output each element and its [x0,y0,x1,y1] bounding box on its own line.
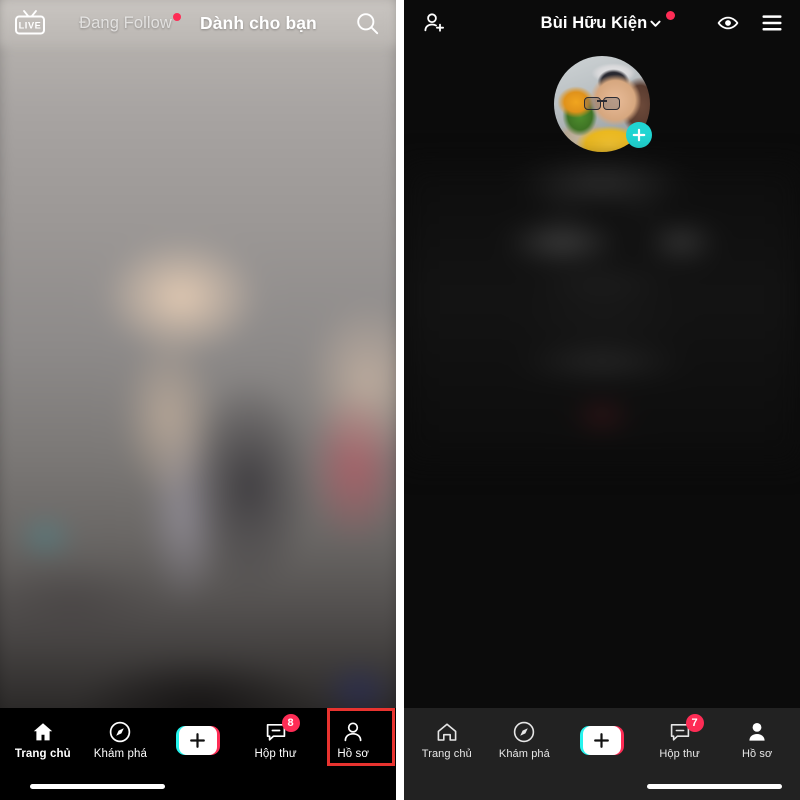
nav-label-ho-so: Hồ sơ [742,748,773,760]
nav-label-kham-pha: Khám phá [498,748,550,760]
blurred-profile-content [404,164,800,464]
panel-separator [396,0,404,800]
avatar[interactable] [554,56,652,152]
left-phone-panel: LIVE Đang Follow Dành cho bạn Trang chủ … [0,0,396,800]
left-nav-items: Trang chủ Khám phá 8 Hộp thư Hồ sơ [0,708,396,772]
create-plus-icon[interactable] [175,725,220,755]
nav-label-ho-so: Hồ sơ [337,748,370,760]
home-icon [31,720,55,744]
left-bottom-nav: Trang chủ Khám phá 8 Hộp thư Hồ sơ [0,708,396,800]
screenshot-root: LIVE Đang Follow Dành cho bạn Trang chủ … [0,0,800,800]
nav-item-trang-chu[interactable]: Trang chủ [6,712,80,768]
nav-label-hop-thu: Hộp thư [254,748,297,760]
profile-notification-dot [666,10,676,20]
nav-item-hop-thu[interactable]: 8 Hộp thư [239,712,313,768]
avatar-glasses [582,97,622,111]
right-nav-items: Trang chủ Khám phá 7 Hộp thư Hồ sơ [404,708,800,772]
nav-item-ho-so[interactable]: Hồ sơ [316,712,390,768]
left-home-indicator-area [0,772,396,800]
compass-icon [512,720,536,744]
person-outline-icon [341,720,365,744]
create-plus-icon[interactable] [579,725,624,755]
video-background[interactable] [0,0,396,800]
nav-item-ho-so[interactable]: Hồ sơ [720,712,794,768]
nav-item-kham-pha[interactable]: Khám phá [487,712,561,768]
left-header: LIVE Đang Follow Dành cho bạn [0,0,396,46]
eye-icon[interactable] [714,9,742,37]
chevron-down-icon [648,16,663,31]
search-icon[interactable] [352,8,382,38]
inbox-badge: 8 [281,714,300,732]
tab-notification-dot [172,12,181,21]
tab-dang-follow-label: Đang Follow [79,13,172,32]
nav-label-hop-thu: Hộp thư [659,748,700,760]
nav-item-kham-pha[interactable]: Khám phá [83,712,157,768]
feed-tabs: Đang Follow Dành cho bạn [0,0,396,46]
tab-danh-cho-ban-label: Dành cho bạn [199,12,317,33]
avatar-glasses-bridge [597,100,607,102]
nav-label-trang-chu: Trang chủ [14,748,71,760]
right-home-indicator-area [404,772,800,800]
profile-body [404,46,800,708]
nav-label-kham-pha: Khám phá [93,748,147,760]
home-icon [435,720,459,744]
compass-icon [108,720,132,744]
nav-item-create[interactable] [565,712,639,768]
hamburger-menu-icon[interactable] [754,6,790,40]
tab-danh-cho-ban[interactable]: Dành cho bạn [200,13,317,34]
right-phone-panel: Bùi Hữu Kiện Trang chủ Khám phá 7 Hộp th… [404,0,800,800]
plus-icon[interactable] [626,122,652,148]
person-filled-icon [745,720,769,744]
profile-name-button[interactable]: Bùi Hữu Kiện [540,10,676,33]
nav-item-create[interactable] [161,712,235,768]
right-bottom-nav: Trang chủ Khám phá 7 Hộp thư Hồ sơ [404,708,800,800]
create-white-layer [178,725,217,755]
home-indicator[interactable] [30,783,165,789]
create-white-layer [582,725,621,755]
nav-item-trang-chu[interactable]: Trang chủ [410,712,484,768]
inbox-badge: 7 [685,714,704,732]
nav-label-trang-chu: Trang chủ [421,748,472,760]
tab-dang-follow[interactable]: Đang Follow [79,12,181,33]
home-indicator[interactable] [647,783,782,789]
right-header: Bùi Hữu Kiện [404,0,800,46]
nav-item-hop-thu[interactable]: 7 Hộp thư [643,712,717,768]
profile-username: Bùi Hữu Kiện [540,13,648,32]
